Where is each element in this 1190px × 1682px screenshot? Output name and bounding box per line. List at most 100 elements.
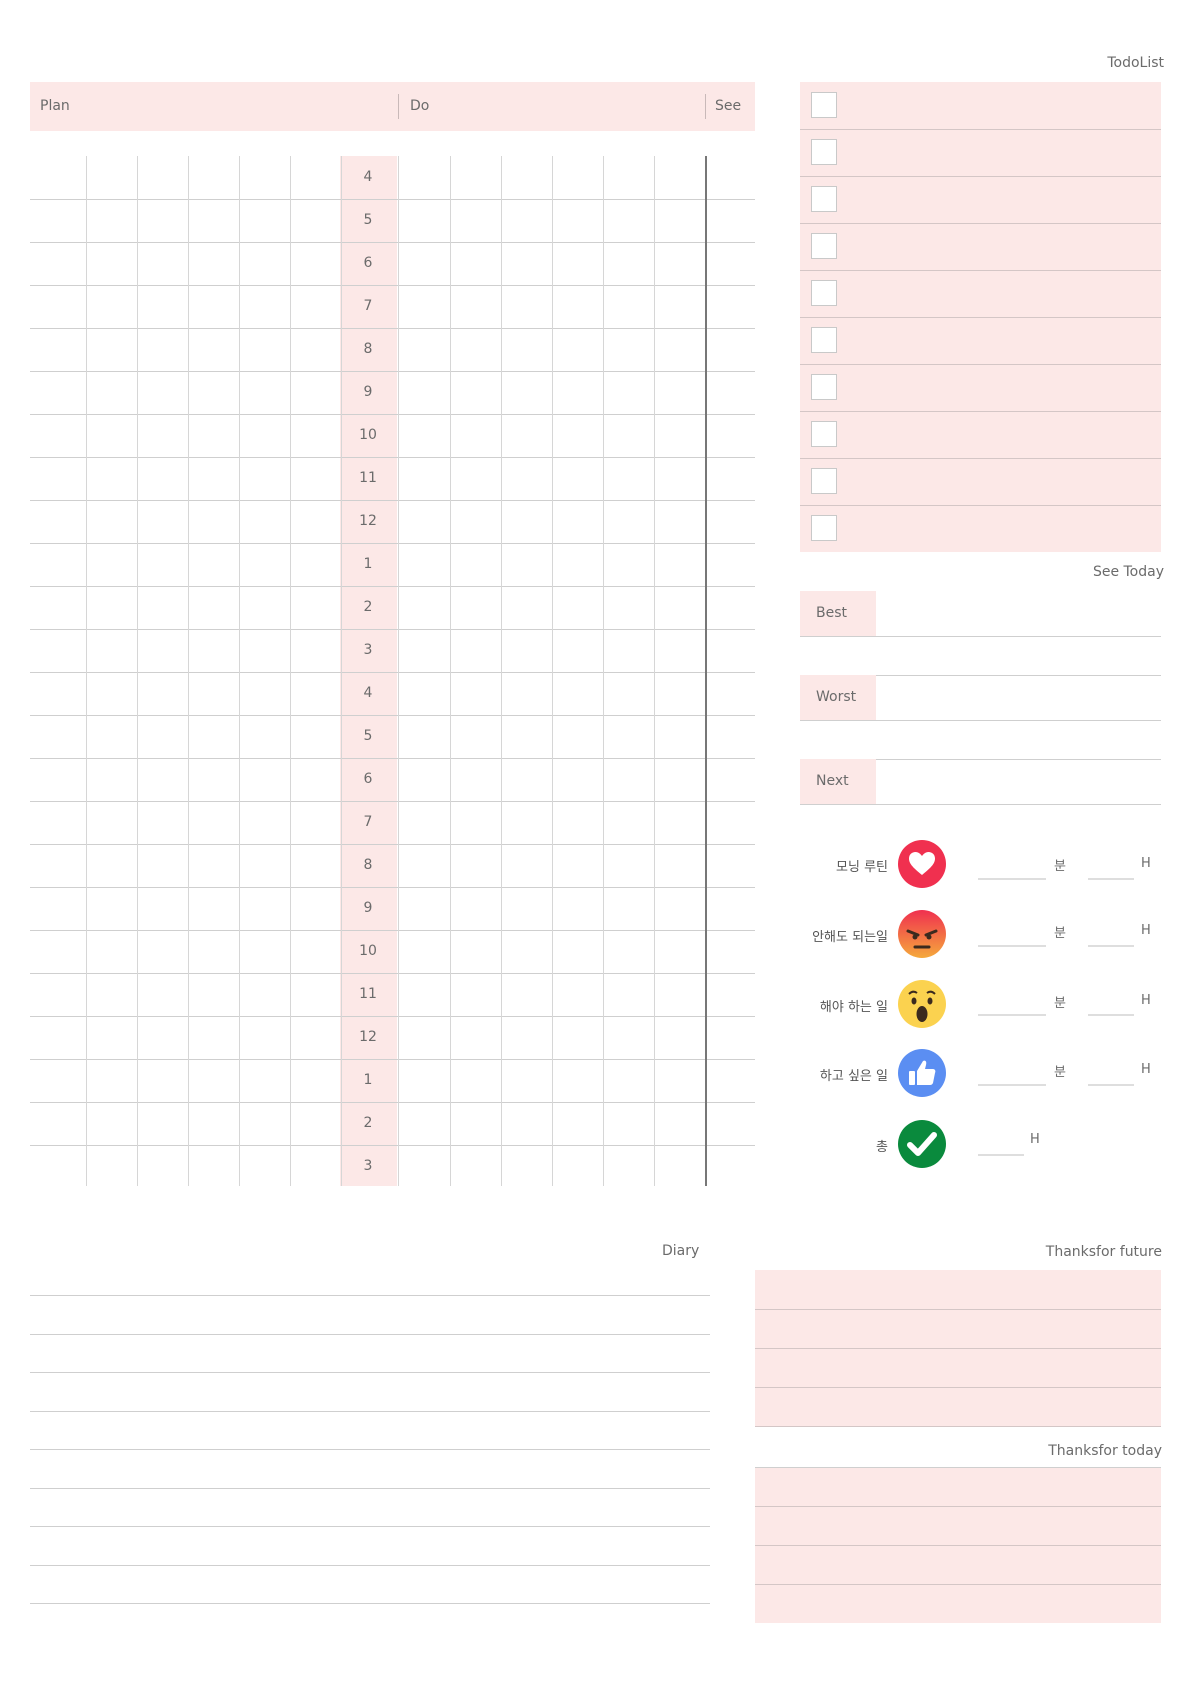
todo-row-line [800, 458, 1161, 459]
grid-row-line [30, 973, 755, 974]
stat-label-total: 총 [876, 1140, 888, 1155]
todo-checkbox[interactable] [811, 374, 837, 400]
todo-title: TodoList [1107, 55, 1164, 71]
hour-label: 8 [363, 857, 373, 873]
see-label: See [715, 98, 742, 114]
grid-row-line [30, 457, 755, 458]
todo-checkbox[interactable] [811, 186, 837, 212]
grid-row-line [30, 371, 755, 372]
hour-label: 2 [363, 599, 373, 615]
todo-checkbox[interactable] [811, 92, 837, 118]
hour-label: 11 [359, 986, 377, 1002]
hour-label: 1 [363, 556, 373, 572]
diary-line[interactable] [30, 1564, 710, 1566]
hour-unit: H [1141, 923, 1151, 938]
grid-column-line [290, 156, 291, 1186]
grid-row-line [30, 758, 755, 759]
todo-row-line [800, 129, 1161, 130]
hour-label: 4 [363, 169, 373, 185]
see-today-title: See Today [1092, 564, 1164, 580]
heart-icon [898, 840, 946, 888]
header-divider [398, 94, 399, 119]
stat-label-want-to-do: 하고 싶은 일 [819, 1069, 888, 1084]
next-tag: Next [800, 759, 876, 804]
total-hour-unit: H [1030, 1132, 1040, 1147]
grid-column-line [450, 156, 451, 1186]
thanks-today-line[interactable] [755, 1506, 1161, 1507]
hour-input[interactable] [1088, 1084, 1134, 1086]
diary-line[interactable] [30, 1295, 710, 1296]
hour-label: 4 [363, 685, 373, 701]
todo-checkbox[interactable] [811, 233, 837, 259]
diary-line[interactable] [30, 1333, 710, 1335]
total-hour-input[interactable] [978, 1154, 1024, 1156]
grid-row-line [30, 801, 755, 802]
thanks-future-line[interactable] [755, 1309, 1161, 1310]
diary-line[interactable] [30, 1526, 710, 1527]
thanks-future-title: Thanksfor future [1045, 1244, 1162, 1260]
thumbs-up-icon [898, 1049, 946, 1097]
todo-row-line [800, 223, 1161, 224]
diary-line[interactable] [30, 1603, 710, 1604]
grid-row-line [30, 844, 755, 845]
next-line[interactable] [800, 804, 1161, 805]
todo-checkbox[interactable] [811, 421, 837, 447]
grid-row-line [30, 887, 755, 888]
grid-row-line [30, 199, 755, 200]
grid-row-line [30, 672, 755, 673]
hour-input[interactable] [1088, 878, 1134, 880]
diary-line[interactable] [30, 1372, 710, 1373]
next-label: Next [816, 773, 849, 789]
minute-input[interactable] [978, 878, 1046, 880]
hour-unit: H [1141, 856, 1151, 871]
hour-label: 2 [363, 1115, 373, 1131]
thanks-future-line[interactable] [755, 1426, 1161, 1427]
best-line[interactable] [800, 636, 1161, 637]
grid-column-line [501, 156, 502, 1186]
todo-row-line [800, 270, 1161, 271]
worst-line[interactable] [800, 720, 1161, 721]
grid-row-line [30, 414, 755, 415]
grid-row-line [30, 1145, 755, 1146]
grid-column-line [654, 156, 655, 1186]
todo-checkbox[interactable] [811, 280, 837, 306]
hour-label: 1 [363, 1072, 373, 1088]
hour-input[interactable] [1088, 1014, 1134, 1016]
todo-checkbox[interactable] [811, 515, 837, 541]
grid-column-line [137, 156, 138, 1186]
hour-input[interactable] [1088, 945, 1134, 947]
thanks-future-line[interactable] [755, 1387, 1161, 1388]
hour-label: 11 [359, 470, 377, 486]
grid-row-line [30, 715, 755, 716]
see-divider [705, 156, 707, 1186]
best-tag: Best [800, 591, 876, 636]
minute-unit: 분 [1054, 996, 1066, 1011]
minute-input[interactable] [978, 1014, 1046, 1016]
grid-row-line [30, 1059, 755, 1060]
grid-row-line [30, 1102, 755, 1103]
diary-line[interactable] [30, 1449, 710, 1450]
diary-line[interactable] [30, 1487, 710, 1489]
todo-checkbox[interactable] [811, 327, 837, 353]
worst-tag: Worst [800, 675, 876, 720]
grid-row-line [30, 930, 755, 931]
hour-label: 3 [363, 642, 373, 658]
hour-label: 10 [359, 427, 377, 443]
minute-unit: 분 [1054, 926, 1066, 941]
todo-checkbox[interactable] [811, 139, 837, 165]
do-label: Do [410, 98, 430, 114]
minute-input[interactable] [978, 945, 1046, 947]
grid-column-line [552, 156, 553, 1186]
plan-label: Plan [40, 98, 70, 114]
best-label: Best [816, 605, 848, 621]
minute-unit: 분 [1054, 859, 1066, 874]
diary-line[interactable] [30, 1410, 710, 1412]
minute-input[interactable] [978, 1084, 1046, 1086]
thanks-today-line[interactable] [755, 1545, 1161, 1546]
thanks-future-line[interactable] [755, 1348, 1161, 1349]
grid-row-line [30, 543, 755, 544]
todo-checkbox[interactable] [811, 468, 837, 494]
todo-row-line [800, 176, 1161, 177]
thanks-today-line[interactable] [755, 1584, 1161, 1585]
plan-do-see-header [30, 82, 755, 131]
